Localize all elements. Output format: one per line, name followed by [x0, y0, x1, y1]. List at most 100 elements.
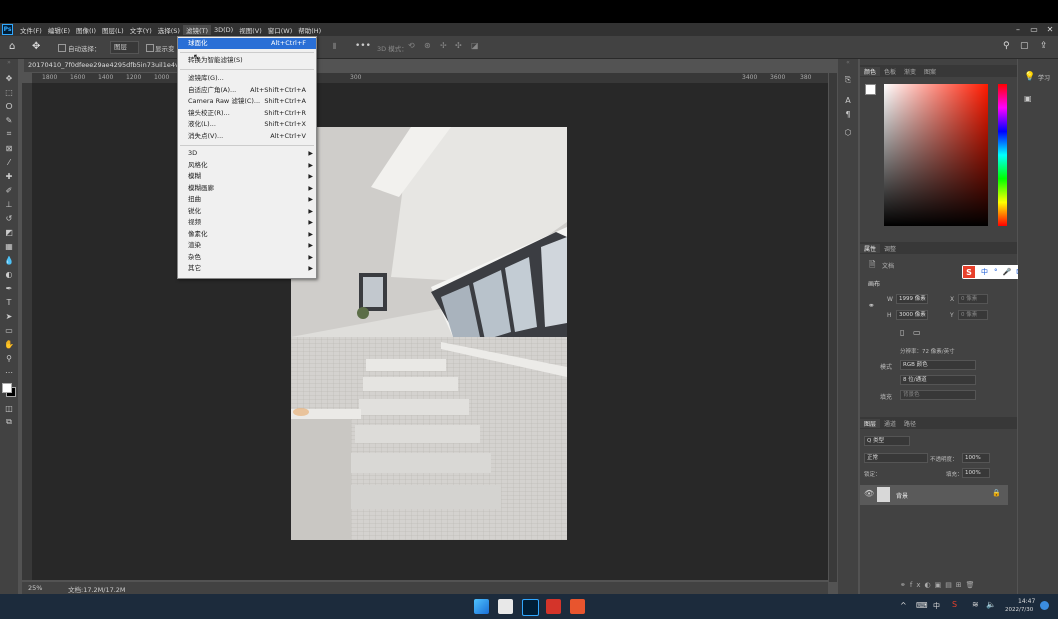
eye-icon[interactable]: 👁 [864, 489, 874, 498]
opacity-field[interactable]: 100% [962, 453, 990, 463]
zoom-tool-icon[interactable]: ⚲ [0, 351, 18, 365]
sogou-tray-icon[interactable]: S [952, 600, 957, 609]
learn-label[interactable]: 学习 [1038, 73, 1050, 82]
volume-icon[interactable]: 🔈 [986, 600, 996, 609]
menu-item-liquify[interactable]: 液化(L)... Shift+Ctrl+X [178, 119, 316, 130]
pen-tool-icon[interactable]: ✒ [0, 281, 18, 295]
maximize-icon[interactable]: ▭ [1026, 25, 1042, 34]
tab-swatches[interactable]: 色板 [880, 67, 900, 76]
menu-item-last-filter[interactable]: 球面化 Alt+Ctrl+F [178, 38, 316, 49]
lock-icon[interactable]: 🔒 [992, 489, 1001, 497]
healing-brush-tool-icon[interactable]: ✚ [0, 169, 18, 183]
mode-dropdown[interactable]: RGB 颜色 [900, 360, 976, 370]
canvas-section-heading[interactable]: 画布 [868, 279, 880, 288]
wifi-icon[interactable]: ≋ [972, 600, 979, 609]
menu-item-vanishing-point[interactable]: 消失点(V)... Alt+Ctrl+V [178, 131, 316, 142]
color-swatches[interactable] [0, 379, 18, 401]
clone-stamp-tool-icon[interactable]: ⊥ [0, 197, 18, 211]
character-panel-icon[interactable]: A [838, 93, 858, 107]
y-field[interactable]: 0 像素 [958, 310, 988, 320]
menu-item-camera-raw[interactable]: Camera Raw 滤镜(C)... Shift+Ctrl+A [178, 96, 316, 107]
height-field[interactable]: 3000 像素 [896, 310, 928, 320]
3d-scale-icon[interactable]: ◪ [471, 41, 479, 50]
app-taskbar-icon[interactable] [570, 599, 585, 614]
hand-tool-icon[interactable]: ✋ [0, 337, 18, 351]
crop-tool-icon[interactable]: ⌗ [0, 127, 18, 141]
menu-layer[interactable]: 图层(L) [99, 25, 127, 35]
menu-file[interactable]: 文件(F) [17, 25, 45, 35]
path-select-tool-icon[interactable]: ➤ [0, 309, 18, 323]
tab-channels[interactable]: 通道 [880, 419, 900, 428]
menu-filter[interactable]: 滤镜(T) [182, 24, 211, 35]
menu-item-filter-gallery[interactable]: 滤镜库(G)... [178, 73, 316, 84]
quick-mask-icon[interactable]: ◫ [0, 401, 18, 415]
menu-view[interactable]: 视图(V) [236, 25, 265, 35]
tab-color[interactable]: 颜色 [860, 66, 881, 76]
fill-opacity-field[interactable]: 100% [962, 468, 990, 478]
foreground-color-swatch[interactable] [865, 84, 876, 95]
layer-group-dropdown[interactable]: 图层 [110, 41, 139, 54]
ime-mode-label[interactable]: 中 [981, 267, 988, 277]
tab-paths[interactable]: 路径 [900, 419, 920, 428]
fill-dropdown[interactable]: 背景色 [900, 390, 976, 400]
paragraph-panel-icon[interactable]: ¶ [838, 107, 858, 121]
document-size[interactable]: 文档:17.2M/17.2M [68, 584, 126, 594]
history-panel-icon[interactable]: ⎘ [838, 73, 858, 87]
layer-row[interactable]: 👁 背景 🔒 [860, 485, 1008, 505]
home-icon[interactable]: ⌂ [9, 41, 15, 52]
eyedropper-tool-icon[interactable]: ⁄ [0, 155, 18, 169]
tab-properties[interactable]: 属性 [860, 243, 881, 253]
layer-actions[interactable]: ⚭fx◐▣▤⊞🗑 [900, 581, 979, 589]
brush-tool-icon[interactable]: ✐ [0, 183, 18, 197]
close-icon[interactable]: ✕ [1042, 25, 1058, 34]
menu-type[interactable]: 文字(Y) [127, 25, 155, 35]
clock-date[interactable]: 2022/7/30 [1005, 607, 1033, 613]
3d-slide-icon[interactable]: ✣ [455, 41, 462, 50]
hue-slider[interactable] [998, 84, 1007, 226]
x-field[interactable]: 0 像素 [958, 294, 988, 304]
more-options-icon[interactable]: ••• [355, 41, 371, 51]
tab-adjustments[interactable]: 调整 [880, 244, 900, 253]
portrait-orientation-icon[interactable]: ▯ [900, 328, 904, 337]
bit-depth-dropdown[interactable]: 8 位/通道 [900, 375, 976, 385]
layer-name[interactable]: 背景 [896, 491, 908, 500]
tab-patterns[interactable]: 图案 [920, 67, 940, 76]
menu-item-lens-correction[interactable]: 镜头校正(R)... Shift+Ctrl+R [178, 108, 316, 119]
width-field[interactable]: 1999 像素 [896, 294, 928, 304]
gradient-tool-icon[interactable]: ▦ [0, 239, 18, 253]
screen-mode-icon[interactable]: ⧉ [0, 415, 18, 429]
eraser-tool-icon[interactable]: ◩ [0, 225, 18, 239]
menu-item-pixelate[interactable]: 像素化 ▶ [178, 229, 316, 240]
menu-item-sharpen[interactable]: 锐化 ▶ [178, 206, 316, 217]
menu-item-noise[interactable]: 杂色 ▶ [178, 252, 316, 263]
menu-item-adaptive-wide-angle[interactable]: 自适应广角(A)... Alt+Shift+Ctrl+A [178, 85, 316, 96]
menu-item-other[interactable]: 其它 ▶ [178, 263, 316, 274]
photoshop-taskbar-icon[interactable] [522, 599, 539, 616]
3d-orbit-icon[interactable]: ⟲ [408, 41, 415, 50]
type-tool-icon[interactable]: T [0, 295, 18, 309]
menu-select[interactable]: 选择(S) [155, 25, 183, 35]
align-distribute-icon[interactable]: ⫴ [333, 42, 336, 52]
menu-item-3d[interactable]: 3D ▶ [178, 148, 316, 159]
frame-tool-icon[interactable]: ⊠ [0, 141, 18, 155]
menu-3d[interactable]: 3D(D) [211, 26, 236, 34]
menu-item-stylize[interactable]: 风格化 ▶ [178, 160, 316, 171]
libraries-icon[interactable]: ▣ [1024, 94, 1032, 103]
file-explorer-icon[interactable] [498, 599, 513, 614]
menu-image[interactable]: 图像(I) [73, 25, 99, 35]
chevron-up-icon[interactable]: ^ [900, 601, 907, 610]
lightbulb-icon[interactable]: 💡 [1024, 72, 1035, 82]
3d-pan-icon[interactable]: ✢ [440, 41, 447, 50]
menu-item-blur-gallery[interactable]: 模糊画廊 ▶ [178, 183, 316, 194]
shape-tool-icon[interactable]: ▭ [0, 323, 18, 337]
tab-layers[interactable]: 图层 [860, 418, 881, 428]
menu-help[interactable]: 帮助(H) [295, 25, 324, 35]
lasso-tool-icon[interactable]: ⵔ [0, 99, 18, 113]
auto-select-checkbox[interactable] [58, 44, 66, 52]
color-picker-field[interactable] [884, 84, 988, 226]
tab-gradients[interactable]: 渐变 [900, 67, 920, 76]
zoom-level[interactable]: 25% [28, 584, 42, 592]
marquee-tool-icon[interactable]: ⬚ [0, 85, 18, 99]
edit-toolbar-icon[interactable]: ⋯ [0, 365, 18, 379]
share-icon[interactable]: ⇪ [1040, 41, 1048, 51]
